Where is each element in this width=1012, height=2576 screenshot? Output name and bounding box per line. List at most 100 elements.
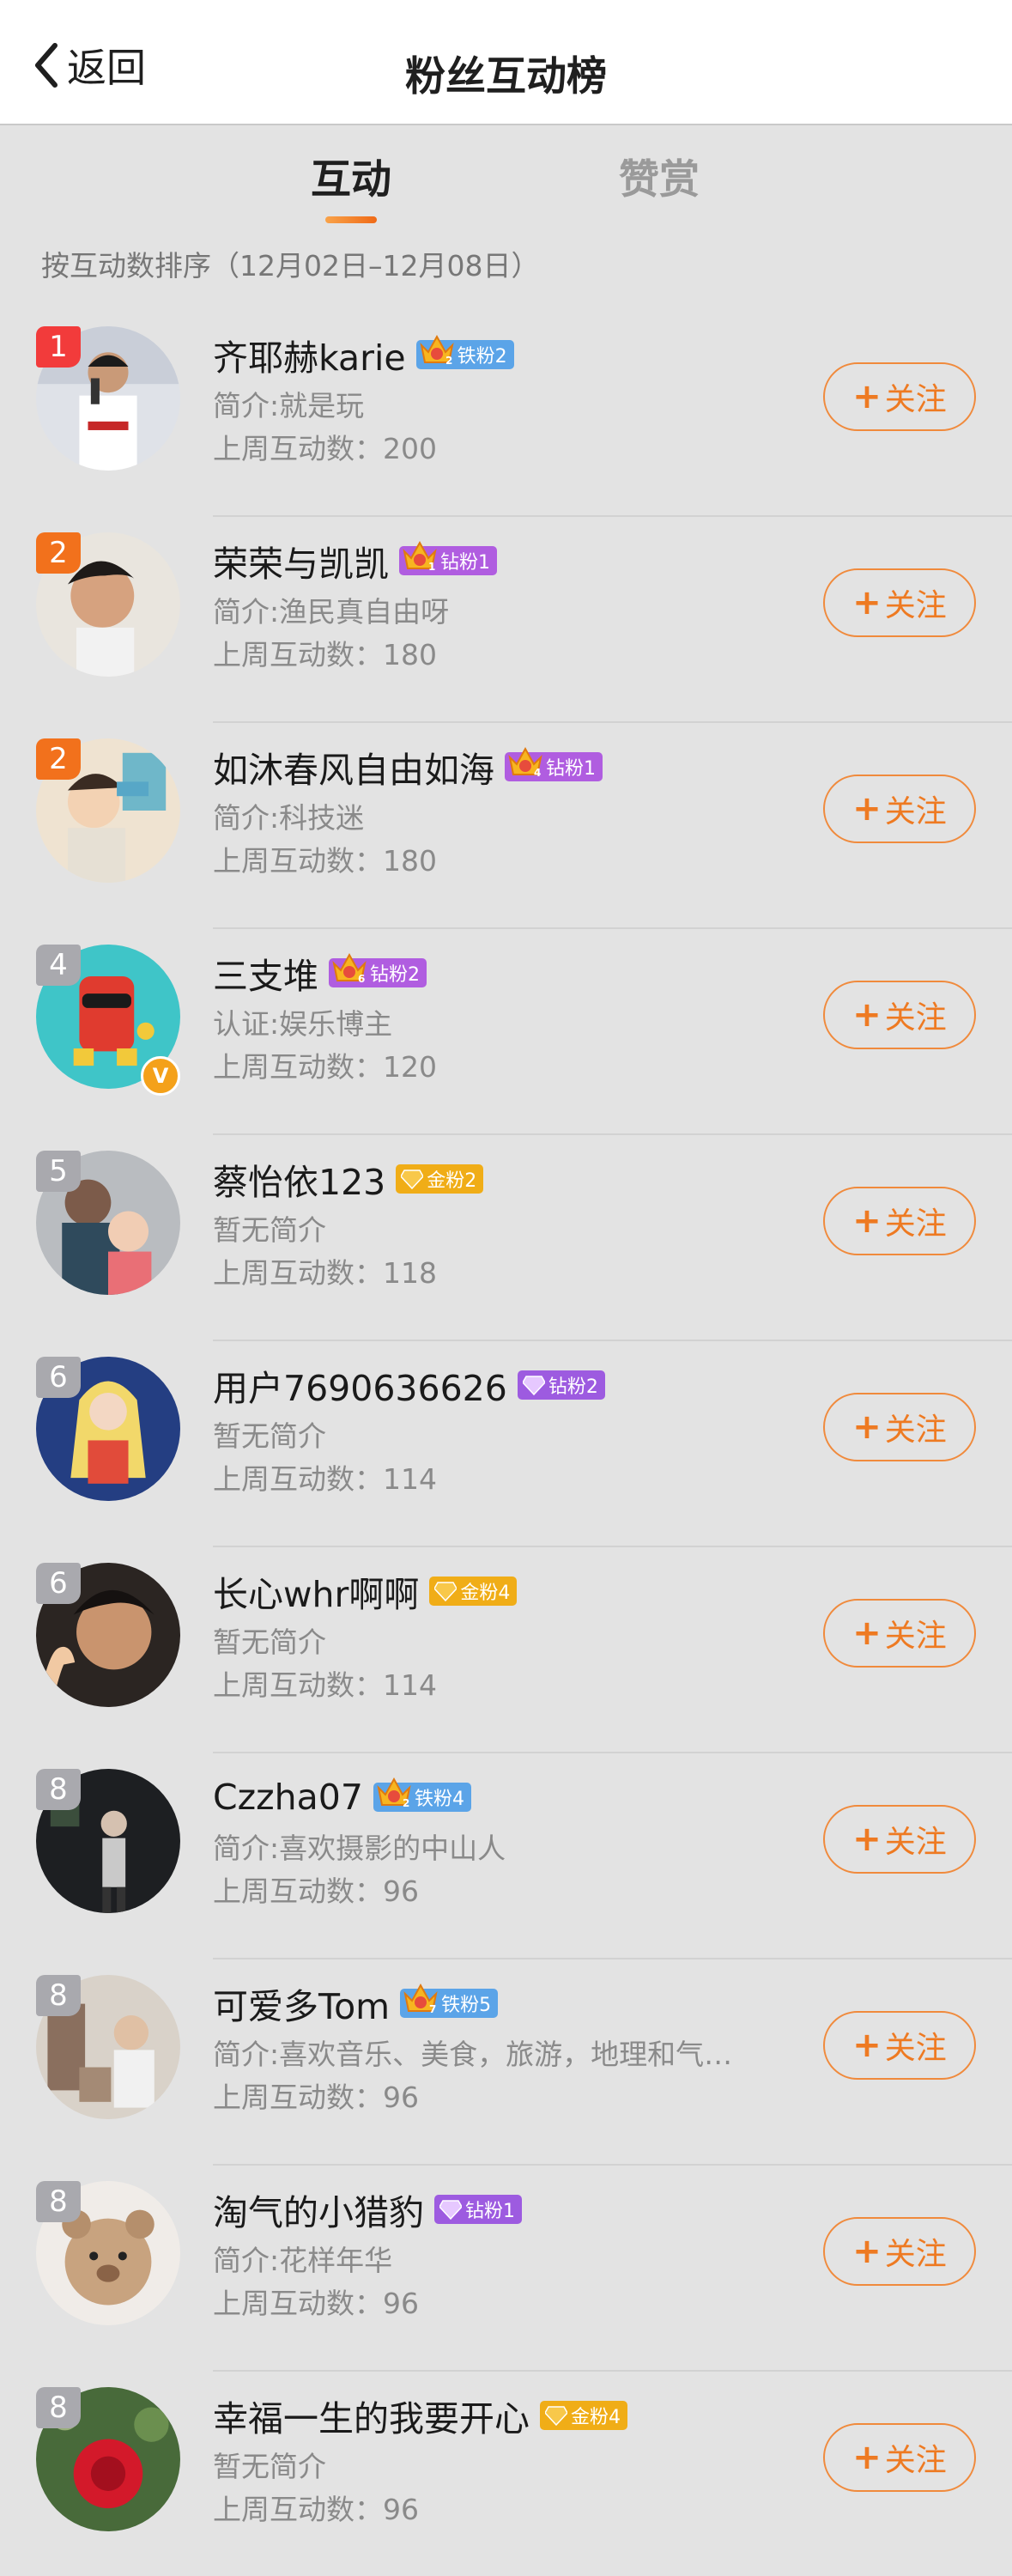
svg-text:2: 2 bbox=[403, 1797, 409, 1809]
name-line: 荣荣与凯凯 1 钻粉1 bbox=[213, 534, 797, 587]
name-line: 淘气的小猎豹 钻粉1 bbox=[213, 2183, 797, 2236]
follow-button[interactable]: + 关注 bbox=[823, 2011, 976, 2080]
fan-row[interactable]: 8 Czzha07 2 铁粉4 简介:喜欢摄影的中山人 上周互动数：96 + 关注 bbox=[0, 1752, 1012, 1958]
fan-level-badge: 2 铁粉4 bbox=[373, 1777, 471, 1812]
follow-button[interactable]: + 关注 bbox=[823, 2423, 976, 2492]
fan-row[interactable]: 2 如沐春风自由如海 4 钻粉1 简介:科技迷 上周互动数：180 + 关注 bbox=[0, 721, 1012, 927]
fan-level-label: 铁粉4 bbox=[414, 1789, 464, 1810]
fan-level-badge: 4 钻粉1 bbox=[505, 746, 603, 781]
fan-row[interactable]: 2 荣荣与凯凯 1 钻粉1 简介:渔民真自由呀 上周互动数：180 + 关注 bbox=[0, 515, 1012, 721]
follow-button[interactable]: + 关注 bbox=[823, 1599, 976, 1668]
fan-level-badge: 7 铁粉5 bbox=[400, 1983, 499, 2018]
fan-name[interactable]: 长心whr啊啊 bbox=[213, 1565, 419, 1617]
interaction-count: 上周互动数：96 bbox=[213, 1874, 419, 1908]
fan-name[interactable]: 荣荣与凯凯 bbox=[213, 535, 389, 586]
fan-row[interactable]: 4 V 三支堆 6 钻粉2 认证:娱乐博主 上周互动数：120 + 关注 bbox=[0, 927, 1012, 1133]
fan-name[interactable]: 可爱多Tom bbox=[213, 1978, 390, 2029]
rank-badge: 1 bbox=[36, 326, 81, 368]
crown-icon: 1 bbox=[403, 540, 437, 573]
follow-label: 关注 bbox=[884, 1413, 947, 1448]
plus-icon: + bbox=[852, 2026, 882, 2065]
name-line: 用户7690636626 钻粉2 bbox=[213, 1358, 797, 1412]
follow-label: 关注 bbox=[884, 1619, 947, 1654]
sort-description: 按互动数排序（12月02日–12月08日） bbox=[41, 249, 540, 283]
fan-description: 简介:喜欢摄影的中山人 bbox=[213, 1832, 506, 1865]
fan-level-label: 钻粉1 bbox=[465, 2201, 515, 2222]
fan-description: 简介:科技迷 bbox=[213, 801, 365, 835]
interaction-count: 上周互动数：96 bbox=[213, 2081, 419, 2114]
plus-icon: + bbox=[852, 995, 882, 1035]
rank-badge: 5 bbox=[36, 1151, 81, 1192]
gem-icon bbox=[522, 1376, 545, 1395]
name-line: Czzha07 2 铁粉4 bbox=[213, 1771, 797, 1824]
interaction-count: 上周互动数：120 bbox=[213, 1050, 437, 1084]
verified-badge: V bbox=[141, 1056, 180, 1096]
follow-button[interactable]: + 关注 bbox=[823, 1187, 976, 1255]
interaction-count: 上周互动数：96 bbox=[213, 2493, 419, 2526]
follow-button[interactable]: + 关注 bbox=[823, 981, 976, 1049]
svg-text:1: 1 bbox=[428, 561, 435, 573]
plus-icon: + bbox=[852, 583, 882, 623]
fan-row[interactable]: 8 可爱多Tom 7 铁粉5 简介:喜欢音乐、美食，旅游，地理和气… 上周互动数：96 + 关… bbox=[0, 1958, 1012, 2164]
fan-info: Czzha07 2 铁粉4 简介:喜欢摄影的中山人 上周互动数：96 bbox=[213, 1771, 797, 1913]
follow-button[interactable]: + 关注 bbox=[823, 1805, 976, 1874]
fan-name[interactable]: 幸福一生的我要开心 bbox=[213, 2390, 530, 2441]
fan-level-badge: 1 钻粉1 bbox=[399, 540, 497, 575]
name-line: 三支堆 6 钻粉2 bbox=[213, 946, 797, 999]
fan-name[interactable]: 如沐春风自由如海 bbox=[213, 741, 494, 793]
fan-level-badge: 金粉4 bbox=[429, 1577, 518, 1606]
fan-info: 齐耶赫karie 2 铁粉2 简介:就是玩 上周互动数：200 bbox=[213, 328, 797, 471]
fan-description: 暂无简介 bbox=[213, 1625, 326, 1659]
fan-level-label: 钻粉2 bbox=[370, 964, 420, 986]
svg-text:2: 2 bbox=[445, 355, 452, 367]
follow-button[interactable]: + 关注 bbox=[823, 2217, 976, 2286]
rank-badge: 8 bbox=[36, 2181, 81, 2222]
crown-icon: 2 bbox=[419, 334, 454, 367]
rank-badge: 8 bbox=[36, 1769, 81, 1810]
fan-info: 长心whr啊啊 金粉4 暂无简介 上周互动数：114 bbox=[213, 1564, 797, 1707]
tab-bar: 互动 赞赏 bbox=[0, 125, 1012, 237]
fan-name[interactable]: 齐耶赫karie bbox=[213, 329, 406, 380]
follow-button[interactable]: + 关注 bbox=[823, 775, 976, 843]
name-line: 如沐春风自由如海 4 钻粉1 bbox=[213, 740, 797, 793]
fan-row[interactable]: 5 蔡怡依123 金粉2 暂无简介 上周互动数：118 + 关注 bbox=[0, 1133, 1012, 1340]
rank-badge: 2 bbox=[36, 738, 81, 780]
fan-name[interactable]: 三支堆 bbox=[213, 947, 318, 999]
fan-level-badge: 2 铁粉2 bbox=[415, 334, 514, 369]
svg-text:4: 4 bbox=[534, 767, 541, 779]
fan-row[interactable]: 8 淘气的小猎豹 钻粉1 简介:花样年华 上周互动数：96 + 关注 bbox=[0, 2164, 1012, 2370]
fan-row[interactable]: 6 长心whr啊啊 金粉4 暂无简介 上周互动数：114 + 关注 bbox=[0, 1546, 1012, 1752]
fan-description: 简介:喜欢音乐、美食，旅游，地理和气… bbox=[213, 2038, 733, 2071]
follow-button[interactable]: + 关注 bbox=[823, 568, 976, 637]
fan-level-label: 铁粉5 bbox=[441, 1995, 492, 2016]
fan-row[interactable]: 1 齐耶赫karie 2 铁粉2 简介:就是玩 上周互动数：200 + 关注 bbox=[0, 309, 1012, 515]
fan-level-label: 金粉4 bbox=[571, 2407, 621, 2428]
name-line: 幸福一生的我要开心 金粉4 bbox=[213, 2389, 797, 2442]
plus-icon: + bbox=[852, 377, 882, 416]
name-line: 长心whr啊啊 金粉4 bbox=[213, 1564, 797, 1618]
tab-reward[interactable]: 赞赏 bbox=[619, 146, 700, 205]
fan-level-label: 钻粉1 bbox=[440, 552, 490, 574]
follow-button[interactable]: + 关注 bbox=[823, 1393, 976, 1461]
interaction-count: 上周互动数：180 bbox=[213, 638, 437, 671]
fan-name[interactable]: 蔡怡依123 bbox=[213, 1153, 385, 1205]
fan-name[interactable]: 用户7690636626 bbox=[213, 1359, 507, 1411]
follow-button[interactable]: + 关注 bbox=[823, 362, 976, 431]
follow-label: 关注 bbox=[884, 1825, 947, 1860]
fan-name[interactable]: Czzha07 bbox=[213, 1777, 363, 1818]
fan-description: 简介:花样年华 bbox=[213, 2244, 393, 2277]
follow-label: 关注 bbox=[884, 2443, 947, 2478]
gem-icon bbox=[434, 1582, 458, 1601]
fan-level-label: 铁粉2 bbox=[457, 346, 507, 368]
fan-info: 荣荣与凯凯 1 钻粉1 简介:渔民真自由呀 上周互动数：180 bbox=[213, 534, 797, 677]
fan-info: 蔡怡依123 金粉2 暂无简介 上周互动数：118 bbox=[213, 1152, 797, 1295]
fan-row[interactable]: 8 幸福一生的我要开心 金粉4 暂无简介 上周互动数：96 + 关注 bbox=[0, 2370, 1012, 2576]
follow-label: 关注 bbox=[884, 1206, 947, 1242]
interaction-count: 上周互动数：118 bbox=[213, 1256, 437, 1290]
tab-interaction[interactable]: 互动 bbox=[311, 146, 391, 205]
follow-label: 关注 bbox=[884, 588, 947, 623]
follow-label: 关注 bbox=[884, 2031, 947, 2066]
header-bar: 返回 粉丝互动榜 bbox=[0, 0, 1012, 125]
fan-name[interactable]: 淘气的小猎豹 bbox=[213, 2184, 424, 2235]
fan-row[interactable]: 6 用户7690636626 钻粉2 暂无简介 上周互动数：114 + 关注 bbox=[0, 1340, 1012, 1546]
